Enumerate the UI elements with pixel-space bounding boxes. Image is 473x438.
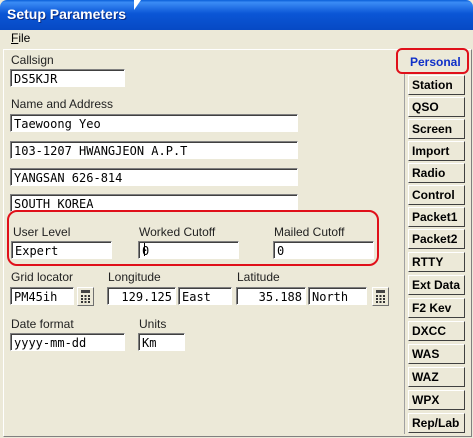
- tab-rtty[interactable]: RTTY: [408, 252, 465, 272]
- date-format-field[interactable]: yyyy-mm-dd: [10, 333, 125, 351]
- menu-file[interactable]: File: [11, 31, 30, 45]
- tab-wpx[interactable]: WPX: [408, 390, 465, 410]
- units-label: Units: [139, 317, 167, 331]
- window-title: Setup Parameters: [7, 6, 127, 22]
- menu-bar: File: [0, 30, 473, 49]
- worked-cutoff-field[interactable]: 0: [138, 241, 239, 259]
- title-bar[interactable]: Setup Parameters: [0, 0, 473, 30]
- callsign-label: Callsign: [11, 53, 54, 67]
- mailed-cutoff-field[interactable]: 0: [273, 241, 374, 259]
- user-level-label: User Level: [13, 225, 71, 239]
- tab-f2-kev[interactable]: F2 Kev: [408, 298, 465, 318]
- units-field[interactable]: Km: [138, 333, 185, 351]
- tab-ext-data[interactable]: Ext Data: [408, 275, 465, 295]
- tab-station[interactable]: Station: [408, 75, 465, 95]
- text-caret: [144, 243, 145, 256]
- calculator-icon[interactable]: [372, 287, 389, 306]
- longitude-label: Longitude: [108, 270, 161, 284]
- tab-waz[interactable]: WAZ: [408, 367, 465, 387]
- calculator-icon[interactable]: [77, 287, 94, 306]
- grid-locator-field[interactable]: PM45ih: [10, 287, 74, 305]
- tab-control[interactable]: Control: [408, 185, 465, 205]
- callsign-field[interactable]: DS5KJR: [10, 69, 125, 87]
- tab-dxcc[interactable]: DXCC: [408, 321, 465, 341]
- date-format-label: Date format: [11, 317, 74, 331]
- worked-cutoff-label: Worked Cutoff: [139, 225, 216, 239]
- tab-import[interactable]: Import: [408, 141, 465, 161]
- longitude-direction-field[interactable]: East: [178, 287, 232, 305]
- tab-packet1[interactable]: Packet1: [408, 207, 465, 227]
- address-line2-field[interactable]: 103-1207 HWANGJEON A.P.T: [10, 141, 298, 159]
- mouse-cursor-icon: [134, 0, 141, 10]
- longitude-field[interactable]: 129.125: [107, 287, 176, 305]
- tab-rep-lab[interactable]: Rep/Lab: [408, 413, 465, 433]
- tab-qso[interactable]: QSO: [408, 97, 465, 117]
- tab-was[interactable]: WAS: [408, 344, 465, 364]
- tab-screen[interactable]: Screen: [408, 119, 465, 139]
- address-line1-field[interactable]: Taewoong Yeo: [10, 114, 298, 132]
- latitude-label: Latitude: [237, 270, 280, 284]
- tab-packet2[interactable]: Packet2: [408, 229, 465, 249]
- mailed-cutoff-label: Mailed Cutoff: [274, 225, 345, 239]
- latitude-field[interactable]: 35.188: [236, 287, 306, 305]
- user-level-field[interactable]: Expert: [11, 241, 112, 259]
- grid-locator-label: Grid locator: [11, 270, 74, 284]
- tab-radio[interactable]: Radio: [408, 163, 465, 183]
- name-address-label: Name and Address: [11, 97, 114, 111]
- latitude-direction-field[interactable]: North: [308, 287, 367, 305]
- address-line3-field[interactable]: YANGSAN 626-814: [10, 168, 298, 186]
- tab-personal[interactable]: Personal: [396, 48, 469, 74]
